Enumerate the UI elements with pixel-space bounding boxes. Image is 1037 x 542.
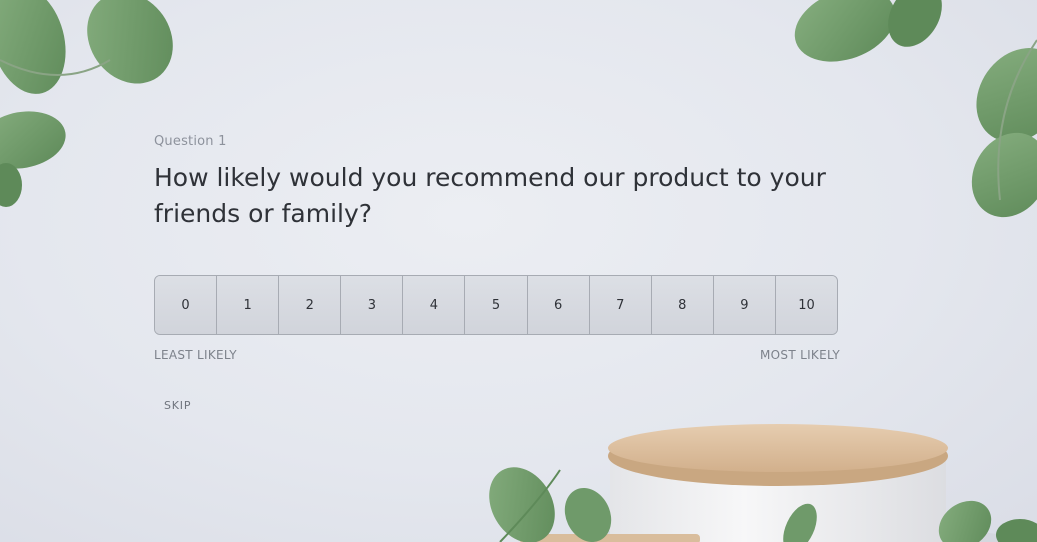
background-scene <box>0 0 1037 542</box>
skip-button[interactable]: SKIP <box>164 399 191 412</box>
decorative-foliage <box>0 0 1037 542</box>
survey-card: Question 1 How likely would you recommen… <box>154 134 854 412</box>
rating-option-8[interactable]: 8 <box>651 276 714 334</box>
podium <box>520 424 1020 542</box>
rating-option-10[interactable]: 10 <box>775 276 837 334</box>
least-likely-label: LEAST LIKELY <box>154 348 237 362</box>
leaf-cluster-bottom <box>489 467 1037 542</box>
rating-option-9[interactable]: 9 <box>713 276 776 334</box>
rating-option-7[interactable]: 7 <box>589 276 652 334</box>
rating-option-2[interactable]: 2 <box>279 276 342 334</box>
scale-labels: LEAST LIKELY MOST LIKELY <box>154 348 840 362</box>
most-likely-label: MOST LIKELY <box>760 348 840 362</box>
rating-option-0[interactable]: 0 <box>155 276 218 334</box>
question-number: Question 1 <box>154 134 227 149</box>
rating-option-6[interactable]: 6 <box>527 276 590 334</box>
rating-option-4[interactable]: 4 <box>403 276 466 334</box>
rating-option-5[interactable]: 5 <box>465 276 528 334</box>
question-text: How likely would you recommend our produ… <box>154 163 826 228</box>
rating-option-1[interactable]: 1 <box>217 276 280 334</box>
rating-scale: 0 1 2 3 4 5 6 7 8 9 10 <box>154 275 838 335</box>
rating-option-3[interactable]: 3 <box>341 276 404 334</box>
